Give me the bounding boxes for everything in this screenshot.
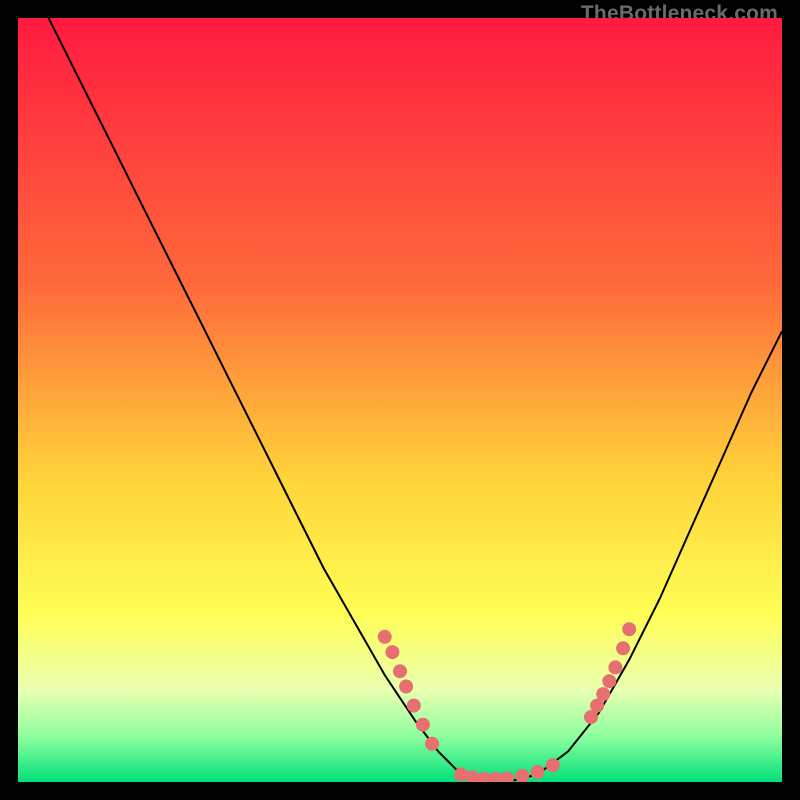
marker-dot — [385, 645, 399, 659]
marker-dot — [596, 687, 610, 701]
marker-dot — [531, 765, 545, 779]
marker-dot — [616, 641, 630, 655]
marker-dot — [622, 622, 636, 636]
marker-dot — [393, 664, 407, 678]
marker-dot — [425, 737, 439, 751]
marker-dot — [399, 680, 413, 694]
marker-dot — [608, 660, 622, 674]
marker-dot — [378, 630, 392, 644]
marker-dot — [546, 758, 560, 772]
marker-dot — [407, 699, 421, 713]
chart-svg — [18, 18, 782, 782]
chart-frame — [18, 18, 782, 782]
marker-dot — [602, 674, 616, 688]
marker-dot — [416, 718, 430, 732]
